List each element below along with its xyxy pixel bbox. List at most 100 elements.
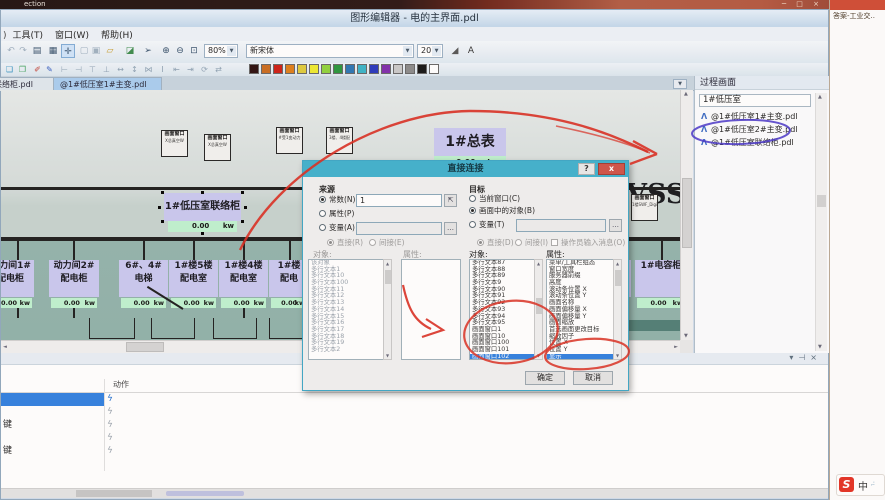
palette-color-swatch[interactable]	[381, 64, 391, 74]
cancel-button[interactable]: 取消	[573, 371, 613, 385]
palette-color-swatch[interactable]	[369, 64, 379, 74]
source-variable-radio[interactable]: 变量(A)	[319, 223, 355, 233]
scroll-up-icon[interactable]: ▲	[535, 261, 542, 266]
sogou-ime-bar[interactable]: S 中 ,:	[836, 474, 885, 496]
menu-item[interactable]: 帮助(H)	[101, 28, 133, 41]
group-icon[interactable]: ❏	[4, 64, 15, 75]
palette-color-swatch[interactable]	[261, 64, 271, 74]
cabinet-box[interactable]: 6#、4# 电梯	[119, 260, 168, 297]
zoom-in-icon[interactable]: ⊕	[159, 44, 173, 58]
palette-color-swatch[interactable]	[405, 64, 415, 74]
picture-window-box[interactable]: 画面窗口 X总真空W	[161, 130, 188, 157]
ime-mode-indicator[interactable]: 中	[858, 478, 868, 493]
font-size-combo[interactable]: 20 ▼	[417, 44, 443, 58]
scroll-down-icon[interactable]: ▼	[384, 353, 391, 358]
selection-handle[interactable]	[241, 220, 244, 223]
fill-color-icon[interactable]: ◢	[448, 44, 462, 58]
source-attribute-radio[interactable]: 属性(P)	[319, 209, 354, 219]
rotate-icon[interactable]: ⟳	[199, 64, 210, 75]
picture-window-box[interactable]: 画面窗口 X总真空W	[204, 134, 231, 161]
target-object-radio[interactable]: 画面中的对象(B)	[469, 206, 535, 216]
tab-pdl-active[interactable]: @1#低压室1#主变.pdl	[53, 77, 162, 91]
event-row[interactable]: 键 ϟ	[1, 419, 828, 432]
palette-color-swatch[interactable]	[429, 64, 439, 74]
bottom-scrollbar[interactable]	[1, 488, 828, 498]
print-icon[interactable]: ▤	[30, 44, 44, 58]
canvas-vertical-scrollbar[interactable]: ▲ ▼	[680, 90, 693, 340]
scroll-up-icon[interactable]: ▲	[684, 91, 688, 97]
chevron-down-icon[interactable]: ▼	[403, 46, 412, 56]
zoom-area-icon[interactable]: ⊡	[187, 44, 201, 58]
scrollbar-thumb[interactable]	[682, 178, 692, 248]
close-icon[interactable]: ×	[810, 353, 822, 362]
constant-value-input[interactable]: 1	[356, 194, 442, 207]
cabinet-box[interactable]: 1#楼4楼 配电室	[219, 260, 268, 297]
ime-extra-icons[interactable]: ,:	[871, 480, 875, 487]
scroll-down-icon[interactable]: ▼	[818, 344, 822, 350]
cabinet-box[interactable]: 1#楼5楼 配电室	[169, 260, 218, 297]
scrollbar-thumb[interactable]	[615, 270, 621, 286]
help-button[interactable]: ?	[578, 163, 595, 175]
list-scrollbar[interactable]: ▲ ▼	[613, 259, 622, 360]
selection-handle[interactable]	[241, 191, 244, 194]
folder-icon[interactable]: ▱	[103, 44, 117, 58]
align-right-icon[interactable]: ⊣	[73, 64, 84, 75]
action-bolt-icon[interactable]: ϟ	[107, 393, 113, 406]
pin-icon[interactable]: ⊣	[798, 353, 810, 362]
align-top-icon[interactable]: ⊤	[87, 64, 98, 75]
same-height-icon[interactable]: ⇥	[185, 64, 196, 75]
image-icon[interactable]: ◪	[123, 44, 137, 58]
palette-color-swatch[interactable]	[393, 64, 403, 74]
help-pointer-icon[interactable]: ➢	[141, 44, 155, 58]
menu-item[interactable]: 窗口(W)	[55, 28, 89, 41]
scroll-down-icon[interactable]: ▼	[614, 353, 621, 358]
scroll-down-icon[interactable]: ▼	[684, 333, 688, 339]
target-objects-list[interactable]: 多行文本87 多行文本88 多行文本89 多行文本9 多行文本90 多行文本91 多行文本9…	[469, 259, 543, 360]
selection-handle[interactable]	[161, 191, 164, 194]
palette-color-swatch[interactable]	[273, 64, 283, 74]
list-item[interactable]: 显示	[547, 353, 621, 359]
palette-color-swatch[interactable]	[345, 64, 355, 74]
scrollbar-thumb[interactable]	[385, 270, 391, 284]
align-bottom-icon[interactable]: ⊥	[101, 64, 112, 75]
list-scrollbar[interactable]: ▲ ▼	[383, 259, 392, 360]
event-row[interactable]: ϟ	[1, 432, 828, 445]
event-row[interactable]: 键 ϟ	[1, 445, 828, 458]
scroll-down-icon[interactable]: ▼	[535, 353, 542, 358]
library-icon[interactable]: ▣	[89, 44, 103, 58]
action-bolt-icon[interactable]: ϟ	[107, 419, 113, 432]
selection-handle[interactable]	[161, 220, 164, 223]
selection-handle[interactable]	[244, 206, 247, 209]
picture-window-box[interactable]: 画面窗口 3楼、4楼配	[326, 127, 353, 154]
scrollbar-thumb[interactable]	[536, 298, 542, 314]
cabinet-box[interactable]: 动力间2# 配电柜	[49, 260, 99, 297]
target-current-window-radio[interactable]: 当前窗口(C)	[469, 194, 520, 204]
align-left-icon[interactable]: ⊢	[59, 64, 70, 75]
palette-color-swatch[interactable]	[249, 64, 259, 74]
scrollbar-thumb[interactable]	[76, 490, 152, 497]
action-bolt-icon[interactable]: ϟ	[107, 406, 113, 419]
link-cabinet-box[interactable]: 1#低压室联络柜	[164, 193, 241, 221]
same-width-icon[interactable]: ⇤	[171, 64, 182, 75]
grid-icon[interactable]: ▦	[46, 44, 60, 58]
center-h-icon[interactable]: ↔	[115, 64, 126, 75]
zoom-level-combo[interactable]: 80% ▼	[204, 44, 238, 58]
flip-icon[interactable]: ⇄	[213, 64, 224, 75]
chevron-down-icon[interactable]: ▼	[673, 79, 687, 89]
scroll-up-icon[interactable]: ▲	[614, 261, 621, 266]
selection-handle[interactable]	[158, 206, 161, 209]
chevron-down-icon[interactable]: ▼	[432, 46, 441, 56]
event-row[interactable]: ϟ	[1, 393, 828, 406]
action-bolt-icon[interactable]: ϟ	[107, 445, 113, 458]
ungroup-icon[interactable]: ❐	[17, 64, 28, 75]
menu-item[interactable]: 工具(T)	[13, 28, 44, 41]
distribute-v-icon[interactable]: Ⅰ	[157, 64, 168, 75]
target-attrs-list[interactable]: 菜单/工具栏组态 窗口宽度 服务器前缀 高度 滚动条位置 X 滚动条位置 Y 画面名称 画面偏…	[546, 259, 622, 360]
picture-window-box[interactable]: 画面窗口 1楼SWF_Digi	[631, 194, 658, 221]
cabinet-box[interactable]: 1#电容柜	[635, 260, 680, 297]
process-screen-item[interactable]: Λ @1#低压室联络柜.pdl	[697, 136, 815, 149]
target-variable-radio[interactable]: 变量(T)	[469, 220, 504, 230]
selection-handle[interactable]	[201, 232, 204, 235]
palette-color-swatch[interactable]	[357, 64, 367, 74]
palette-color-swatch[interactable]	[309, 64, 319, 74]
